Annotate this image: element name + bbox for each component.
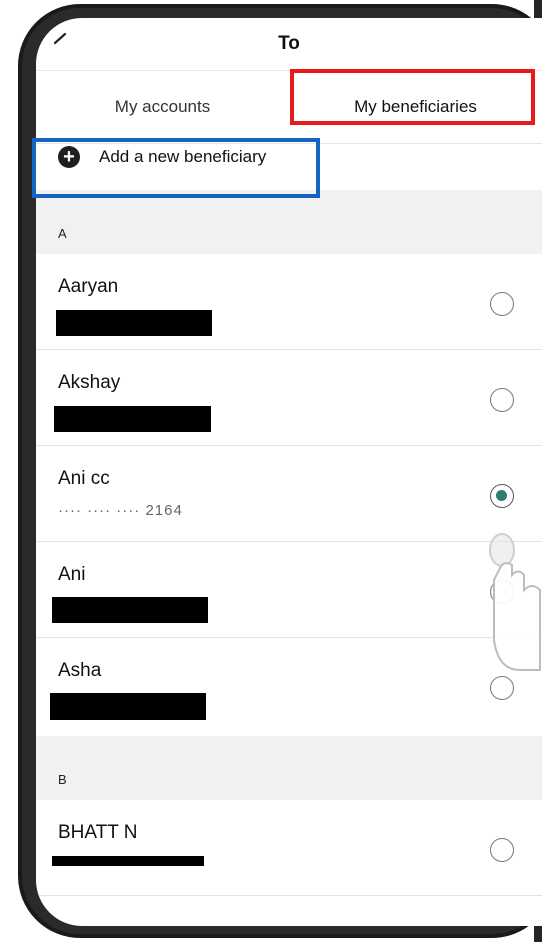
radio-button[interactable] bbox=[490, 388, 514, 412]
beneficiary-name: BHATT N bbox=[58, 822, 138, 843]
radio-button[interactable] bbox=[490, 292, 514, 316]
redacted-account bbox=[52, 856, 204, 866]
beneficiary-name: Aaryan bbox=[58, 276, 119, 297]
section-letter: B bbox=[58, 772, 67, 787]
list-item[interactable]: Akshay bbox=[36, 350, 542, 446]
beneficiary-name: Ani bbox=[58, 564, 86, 585]
redacted-account bbox=[56, 310, 212, 336]
radio-button[interactable] bbox=[490, 838, 514, 862]
account-number: ···· ···· ···· 2164 bbox=[58, 502, 183, 519]
beneficiary-name: Asha bbox=[58, 660, 102, 681]
section-letter: A bbox=[58, 226, 67, 241]
highlight-box-red bbox=[290, 69, 535, 125]
chevron-left-icon[interactable] bbox=[50, 32, 72, 54]
list-item[interactable]: BHATT N bbox=[36, 800, 542, 896]
section-header-b: B bbox=[36, 736, 542, 800]
tap-hand-icon bbox=[489, 533, 541, 671]
list-item[interactable]: Aaryan bbox=[36, 254, 542, 350]
highlight-box-blue bbox=[32, 138, 320, 198]
page-title: To bbox=[278, 33, 300, 54]
redacted-account bbox=[54, 406, 211, 432]
list-item[interactable]: Asha bbox=[36, 638, 542, 734]
tab-my-accounts[interactable]: My accounts bbox=[36, 71, 289, 143]
radio-button-selected[interactable] bbox=[490, 484, 514, 508]
redacted-account bbox=[50, 693, 206, 720]
section-header-a: A bbox=[36, 190, 542, 254]
beneficiary-name: Akshay bbox=[58, 372, 121, 393]
redacted-account bbox=[52, 597, 208, 623]
header: To bbox=[36, 18, 542, 70]
list-item[interactable]: Ani bbox=[36, 542, 542, 638]
list-item[interactable]: Ani cc ···· ···· ···· 2164 bbox=[36, 446, 542, 542]
beneficiary-name: Ani cc bbox=[58, 468, 110, 489]
radio-dot bbox=[496, 490, 507, 501]
